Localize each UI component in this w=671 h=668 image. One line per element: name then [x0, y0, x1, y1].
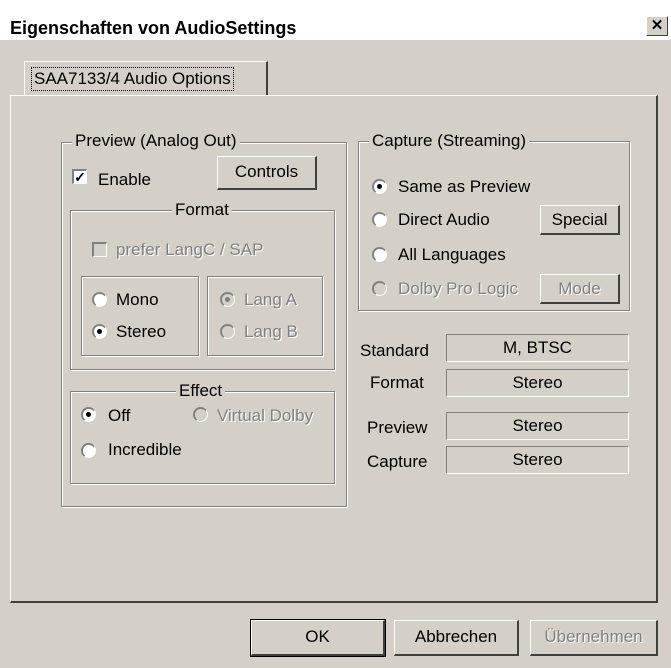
cancel-button[interactable]: Abbrechen — [394, 620, 519, 656]
effect-off-radio[interactable] — [81, 407, 96, 422]
apply-button-label: Übernehmen — [544, 627, 643, 646]
enable-label[interactable]: Enable — [98, 170, 151, 190]
controls-button-label: Controls — [234, 162, 299, 181]
incredible-label[interactable]: Incredible — [108, 440, 182, 460]
stereo-radio[interactable] — [92, 324, 107, 339]
all-languages-radio[interactable] — [372, 247, 387, 262]
same-as-preview-radio[interactable] — [372, 179, 387, 194]
direct-audio-radio[interactable] — [372, 212, 387, 227]
effect-off-label[interactable]: Off — [108, 406, 130, 426]
mode-button[interactable]: Mode — [540, 274, 620, 304]
controls-button[interactable]: Controls — [217, 156, 317, 190]
preview-label: Preview — [367, 418, 428, 437]
mono-radio[interactable] — [92, 292, 107, 307]
capture-value-text: Stereo — [512, 450, 563, 469]
preview-value-text: Stereo — [512, 416, 563, 435]
dolby-pro-logic-label: Dolby Pro Logic — [398, 279, 519, 298]
tab-audio-options[interactable]: SAA7133/4 Audio Options — [24, 61, 268, 95]
prefer-langc-label: prefer LangC / SAP — [116, 240, 264, 259]
format-value-text: Stereo — [512, 373, 563, 392]
standard-label: Standard — [360, 341, 429, 360]
lang-b-label: Lang B — [244, 322, 298, 341]
checkmark-icon: ✓ — [74, 169, 86, 185]
apply-button[interactable]: Übernehmen — [530, 620, 658, 656]
prefer-langc-checkbox[interactable] — [92, 242, 107, 257]
close-icon: ✕ — [650, 17, 664, 34]
close-button[interactable]: ✕ — [646, 16, 668, 36]
lang-a-label: Lang A — [244, 290, 297, 309]
virtual-dolby-label: Virtual Dolby — [217, 406, 314, 425]
preview-value: Stereo — [446, 412, 629, 440]
capture-label: Capture — [367, 452, 428, 471]
direct-audio-label[interactable]: Direct Audio — [398, 210, 490, 230]
format-group-title: Format — [172, 200, 232, 220]
all-languages-label[interactable]: All Languages — [398, 245, 506, 265]
same-as-preview-label[interactable]: Same as Preview — [398, 177, 530, 197]
mono-label[interactable]: Mono — [116, 290, 159, 310]
tab-label: SAA7133/4 Audio Options — [31, 67, 234, 91]
effect-group-title: Effect — [176, 381, 226, 401]
capture-group-title: Capture (Streaming) — [369, 131, 530, 151]
standard-value-text: M, BTSC — [503, 338, 572, 357]
mode-button-label: Mode — [558, 279, 601, 298]
virtual-dolby-radio[interactable] — [193, 407, 208, 422]
capture-value: Stereo — [446, 446, 629, 474]
channel-box — [81, 276, 199, 356]
lang-a-radio[interactable] — [220, 292, 235, 307]
stereo-label[interactable]: Stereo — [116, 322, 166, 342]
special-button[interactable]: Special — [540, 205, 620, 235]
ok-button-label: OK — [305, 627, 330, 646]
special-button-label: Special — [551, 210, 608, 229]
standard-value: M, BTSC — [446, 334, 629, 362]
format-value: Stereo — [446, 369, 629, 397]
title-bar[interactable]: Eigenschaften von AudioSettings ✕ — [0, 0, 671, 40]
incredible-radio[interactable] — [81, 443, 96, 458]
dolby-pro-logic-radio[interactable] — [372, 281, 387, 296]
lang-b-radio[interactable] — [220, 324, 235, 339]
cancel-button-label: Abbrechen — [414, 627, 498, 646]
language-box — [207, 276, 323, 356]
format-label: Format — [370, 373, 424, 392]
preview-group-title: Preview (Analog Out) — [72, 131, 240, 151]
effect-group — [70, 391, 335, 484]
window-title: Eigenschaften von AudioSettings — [10, 18, 297, 38]
enable-checkbox[interactable]: ✓ — [72, 169, 87, 184]
dialog-window: Eigenschaften von AudioSettings ✕ SAA713… — [0, 0, 671, 668]
ok-button[interactable]: OK — [250, 619, 386, 657]
